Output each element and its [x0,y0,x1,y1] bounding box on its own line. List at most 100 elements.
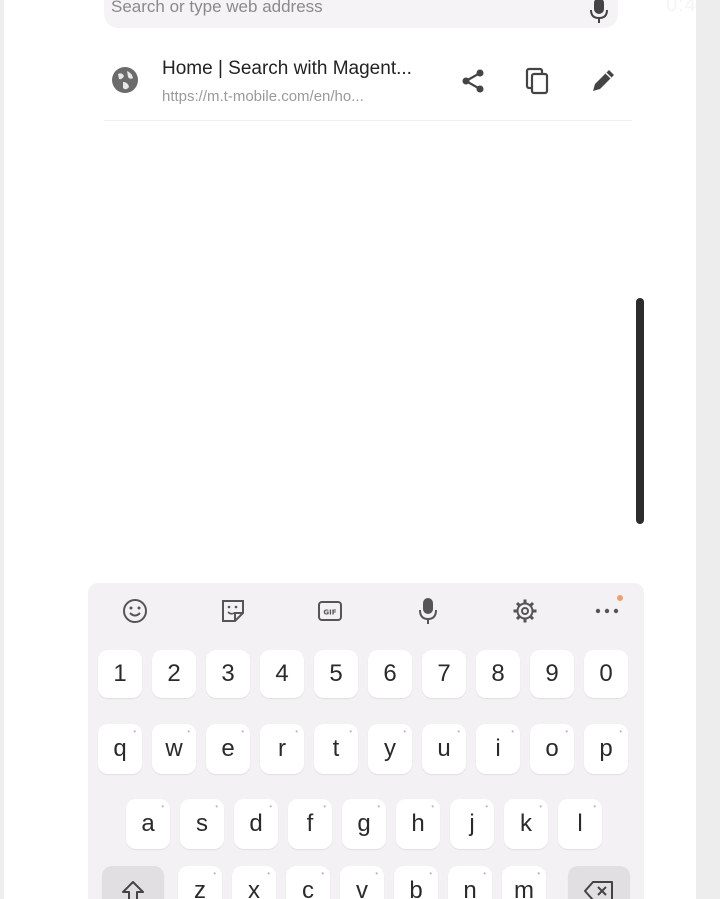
key-hint-mark: • [295,727,298,736]
key-n[interactable]: n • [448,866,492,899]
key-label: 4 [275,660,289,687]
key-label: e [221,735,235,762]
key-hint-mark: • [565,727,568,736]
gif-icon[interactable]: GIF [313,594,347,628]
key-g[interactable]: g • [342,799,386,849]
key-l[interactable]: l • [558,799,602,849]
key-hint-mark: • [241,727,244,736]
key-label: w [165,735,183,762]
key-u[interactable]: u • [422,724,466,774]
key-label: y [384,735,396,762]
key-hint-mark: • [429,869,432,878]
key-label: h [411,810,425,837]
keyboard-toolbar: GIF [88,583,644,639]
key-0[interactable]: 0 [584,650,628,698]
key-j[interactable]: j • [450,799,494,849]
key-label: a [141,810,155,837]
key-v[interactable]: v • [340,866,384,899]
suggestion-item[interactable]: Home | Search with Magent... https://m.t… [104,50,632,120]
key-a[interactable]: a • [126,799,170,849]
key-z[interactable]: z • [178,866,222,899]
key-hint-mark: • [187,727,190,736]
key-label: j [469,810,475,837]
key-i[interactable]: i • [476,724,520,774]
key-hint-mark: • [511,727,514,736]
key-4[interactable]: 4 [260,650,304,698]
key-f[interactable]: f • [288,799,332,849]
backspace-key[interactable] [568,866,630,899]
key-w[interactable]: w • [152,724,196,774]
key-d[interactable]: d • [234,799,278,849]
key-8[interactable]: 8 [476,650,520,698]
key-label: 3 [221,660,235,687]
emoji-icon[interactable] [118,594,152,628]
key-hint-mark: • [267,869,270,878]
key-k[interactable]: k • [504,799,548,849]
key-hint-mark: • [215,802,218,811]
key-3[interactable]: 3 [206,650,250,698]
key-hint-mark: • [537,869,540,878]
share-icon[interactable] [458,66,488,96]
key-2[interactable]: 2 [152,650,196,698]
key-q[interactable]: q • [98,724,142,774]
key-label: 6 [383,660,397,687]
key-b[interactable]: b • [394,866,438,899]
pencil-icon[interactable] [588,66,618,96]
key-label: o [545,735,559,762]
address-bar[interactable]: Search or type web address [104,0,618,28]
key-hint-mark: • [457,727,460,736]
key-label: u [437,735,451,762]
key-9[interactable]: 9 [530,650,574,698]
key-o[interactable]: o • [530,724,574,774]
key-e[interactable]: e • [206,724,250,774]
key-5[interactable]: 5 [314,650,358,698]
key-h[interactable]: h • [396,799,440,849]
suggestion-title: Home | Search with Magent... [162,58,412,79]
mic-icon[interactable] [588,0,610,29]
key-label: q [113,735,127,762]
key-hint-mark: • [161,802,164,811]
key-label: 8 [491,660,505,687]
key-hint-mark: • [539,802,542,811]
key-label: v [356,877,368,899]
scrollbar-thumb[interactable] [636,298,644,524]
key-label: z [194,877,206,899]
divider [104,120,632,121]
key-6[interactable]: 6 [368,650,412,698]
key-1[interactable]: 1 [98,650,142,698]
suggestion-url: https://m.t-mobile.com/en/ho... [162,88,364,105]
key-label: 9 [545,660,559,687]
key-label: f [306,810,314,837]
key-label: 2 [167,660,181,687]
search-input-placeholder[interactable]: Search or type web address [111,0,323,17]
shift-key[interactable] [102,866,164,899]
key-hint-mark: • [619,727,622,736]
key-label: m [514,877,534,899]
key-x[interactable]: x • [232,866,276,899]
key-label: d [249,810,263,837]
key-label: t [332,735,340,762]
mic-icon[interactable] [411,594,445,628]
key-hint-mark: • [485,802,488,811]
copy-icon[interactable] [522,66,552,96]
key-m[interactable]: m • [502,866,546,899]
key-r[interactable]: r • [260,724,304,774]
key-p[interactable]: p • [584,724,628,774]
notification-dot [617,595,623,601]
key-label: 1 [113,660,127,687]
left-edge [0,0,4,899]
key-s[interactable]: s • [180,799,224,849]
settings-icon[interactable] [508,594,542,628]
key-hint-mark: • [133,727,136,736]
key-label: k [520,810,532,837]
key-hint-mark: • [431,802,434,811]
sticker-icon[interactable] [216,594,250,628]
key-label: i [495,735,501,762]
key-c[interactable]: c • [286,866,330,899]
key-label: b [409,877,423,899]
key-t[interactable]: t • [314,724,358,774]
key-label: c [302,877,314,899]
key-y[interactable]: y • [368,724,412,774]
keyboard: GIF 1 2 3 4 5 6 7 8 9 0 q • w • e • r • t • y • u • i • o • p • a • s • d •… [88,583,644,899]
key-7[interactable]: 7 [422,650,466,698]
